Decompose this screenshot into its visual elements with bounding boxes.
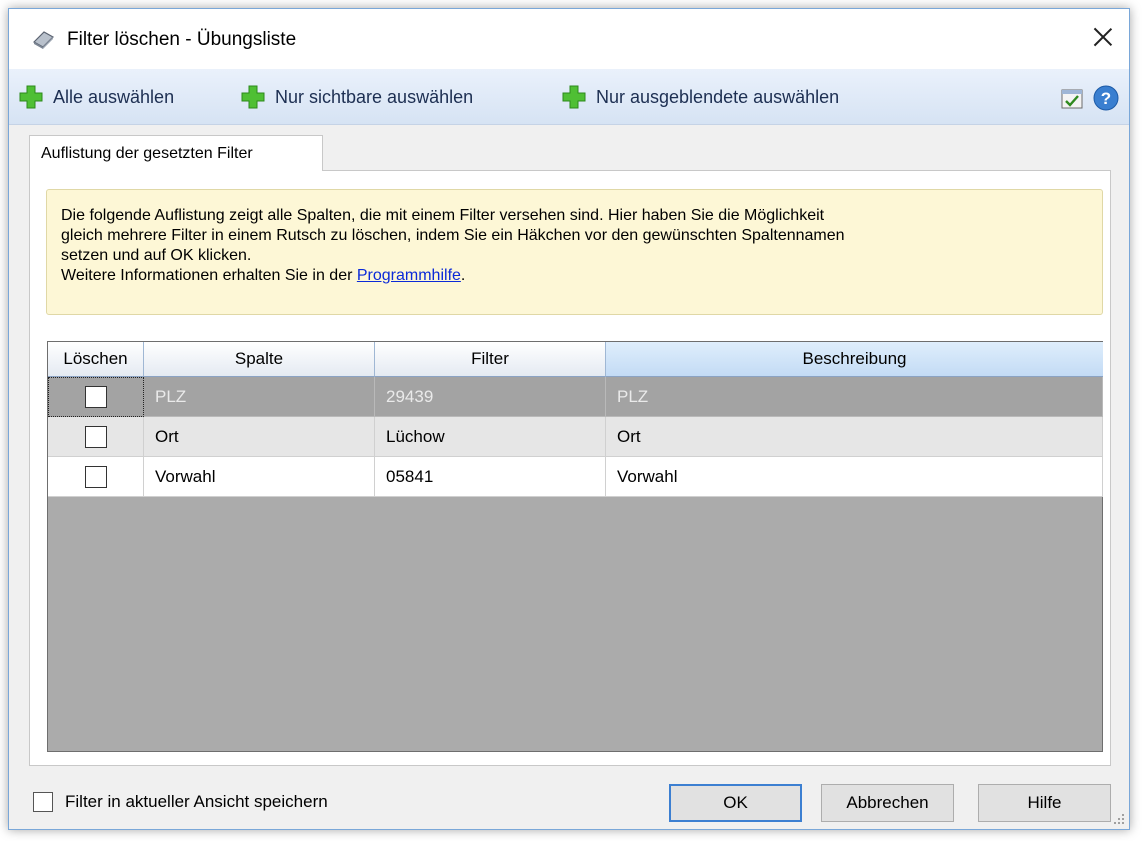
table-row[interactable]: PLZ 29439 PLZ [48,377,1103,417]
column-cell: Vorwahl [144,457,375,497]
save-filter-checkbox[interactable] [33,792,53,812]
filter-cell: 29439 [375,377,606,417]
delete-checkbox[interactable] [84,425,107,448]
plus-icon [562,85,586,109]
window-title: Filter löschen - Übungsliste [67,29,297,50]
info-line-4-prefix: Weitere Informationen erhalten Sie in de… [61,267,357,284]
info-line-3: setzen und auf OK klicken. [61,247,252,264]
help-button[interactable]: Hilfe [978,784,1111,822]
tab-panel: Die folgende Auflistung zeigt alle Spalt… [29,170,1111,766]
tab-filter-list[interactable]: Auflistung der gesetzten Filter [29,135,323,171]
toolbar: Alle auswählen Nur sichtbare auswählen N… [9,69,1129,125]
delete-cell[interactable] [48,417,144,457]
select-visible-button[interactable]: Nur sichtbare auswählen [241,83,473,111]
help-icon[interactable]: ? [1093,85,1119,111]
table-row[interactable]: Vorwahl 05841 Vorwahl [48,457,1103,497]
delete-checkbox[interactable] [85,386,107,408]
plus-icon [241,85,265,109]
table-row[interactable]: Ort Lüchow Ort [48,417,1103,457]
program-help-link[interactable]: Programmhilfe [357,267,461,284]
plus-icon [19,85,43,109]
description-cell: PLZ [606,377,1103,417]
title-bar: Filter löschen - Übungsliste [9,9,1129,69]
info-line-4-suffix: . [460,267,466,284]
select-all-button[interactable]: Alle auswählen [19,83,174,111]
info-line-4: Weitere Informationen erhalten Sie in de… [61,266,1102,286]
save-filter-label: Filter in aktueller Ansicht speichern [65,792,328,811]
filter-grid: Löschen Spalte Filter Beschreibung PLZ 2… [47,341,1103,752]
resize-grip-icon[interactable] [1113,813,1125,825]
column-header-delete[interactable]: Löschen [48,342,144,377]
checklist-icon[interactable] [1061,88,1083,110]
description-cell: Vorwahl [606,457,1103,497]
column-header-filter[interactable]: Filter [375,342,606,377]
info-box: Die folgende Auflistung zeigt alle Spalt… [46,189,1103,315]
delete-cell[interactable] [48,377,144,417]
column-header-description[interactable]: Beschreibung [606,342,1103,377]
delete-cell[interactable] [48,457,144,497]
eraser-icon [33,31,54,49]
column-header-column[interactable]: Spalte [144,342,375,377]
grid-header: Löschen Spalte Filter Beschreibung [48,342,1103,377]
select-hidden-button[interactable]: Nur ausgeblendete auswählen [562,83,839,111]
select-hidden-label: Nur ausgeblendete auswählen [596,86,840,107]
info-line-1: Die folgende Auflistung zeigt alle Spalt… [61,207,825,224]
ok-button[interactable]: OK [669,784,802,822]
delete-checkbox[interactable] [84,465,107,488]
cancel-button[interactable]: Abbrechen [821,784,954,822]
info-line-2: gleich mehrere Filter in einem Rutsch zu… [61,227,845,244]
svg-text:?: ? [1101,89,1111,108]
description-cell: Ort [606,417,1103,457]
select-all-label: Alle auswählen [53,86,175,107]
close-icon[interactable] [1089,23,1117,51]
column-cell: PLZ [144,377,375,417]
save-filter-option[interactable]: Filter in aktueller Ansicht speichern [33,792,328,812]
filter-cell: 05841 [375,457,606,497]
filter-cell: Lüchow [375,417,606,457]
column-cell: Ort [144,417,375,457]
select-visible-label: Nur sichtbare auswählen [275,86,474,107]
tab-label: Auflistung der gesetzten Filter [41,144,253,162]
dialog-window: Filter löschen - Übungsliste Alle auswäh… [8,8,1130,830]
